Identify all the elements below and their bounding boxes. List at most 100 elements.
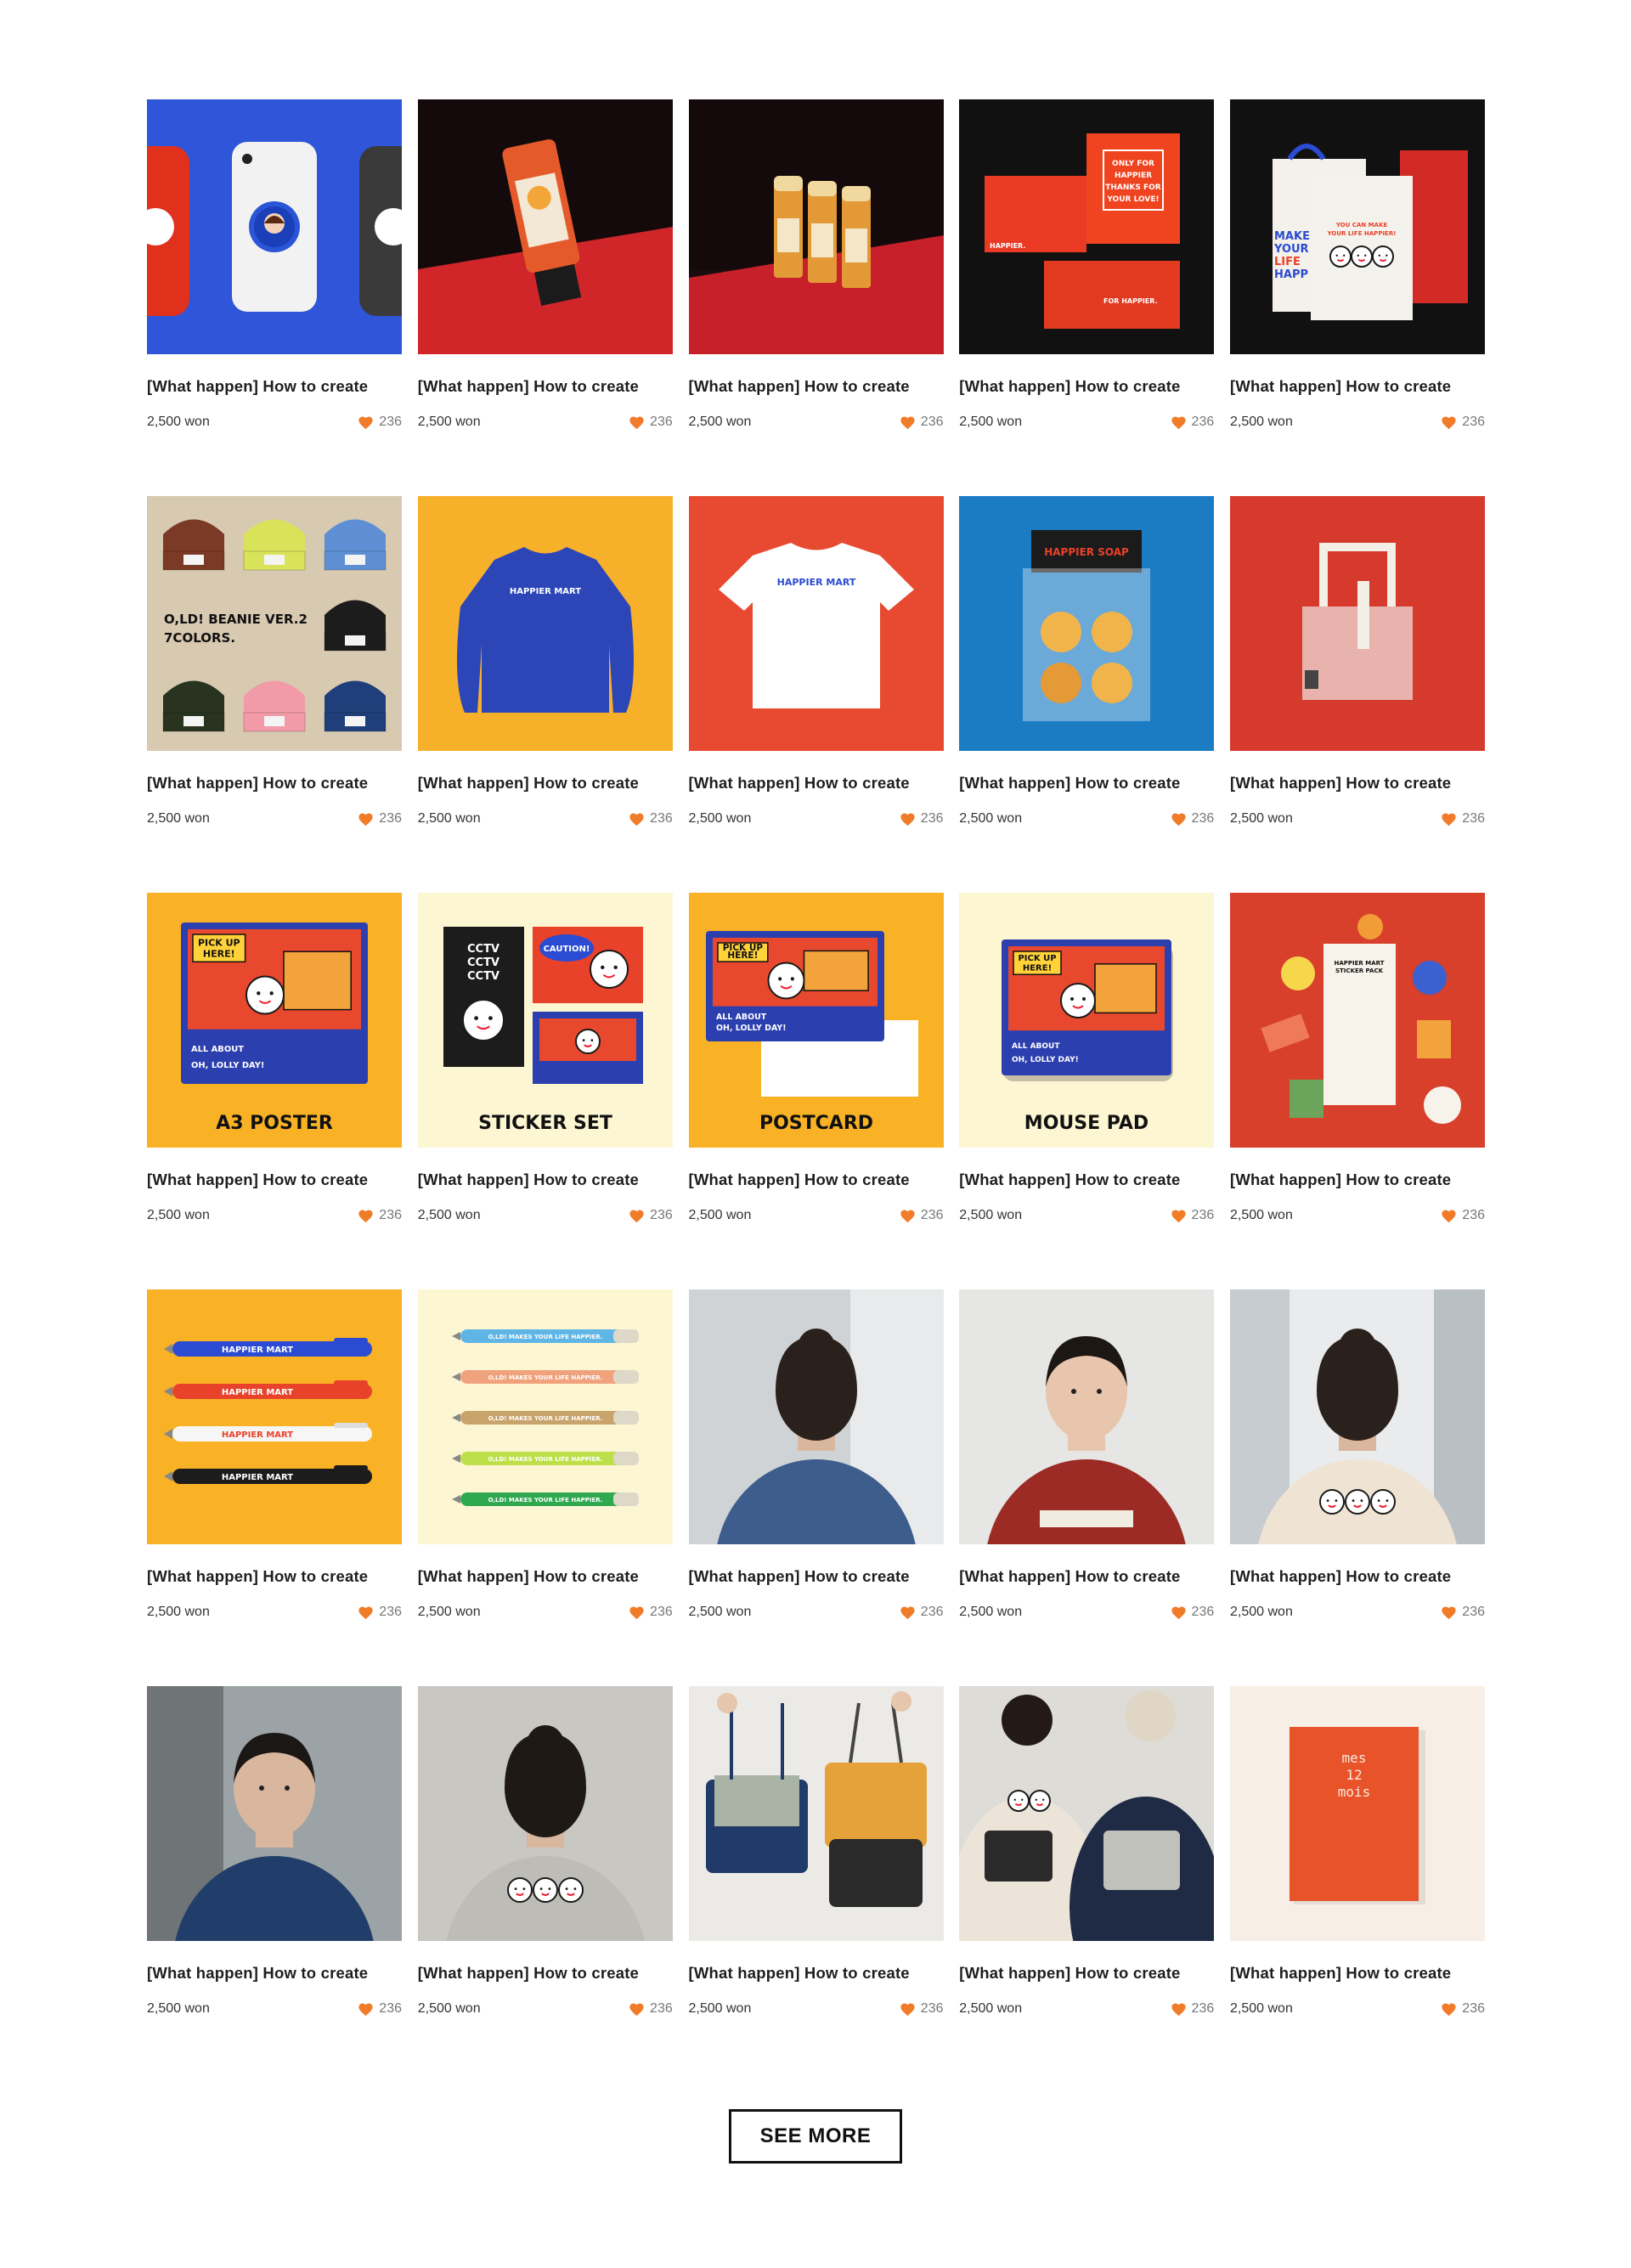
heart-icon[interactable] xyxy=(900,812,916,827)
heart-icon[interactable] xyxy=(900,1209,916,1223)
product-title[interactable]: [What happen] How to create xyxy=(147,1964,402,1983)
like-count[interactable]: 236 xyxy=(629,1208,673,1223)
like-count[interactable]: 236 xyxy=(1441,1208,1485,1223)
product-image[interactable] xyxy=(688,1289,944,1544)
like-count[interactable]: 236 xyxy=(629,2001,673,2017)
product-title[interactable]: [What happen] How to create xyxy=(418,1171,673,1189)
product-card[interactable]: mes 12 mois [What happen] How to create … xyxy=(1230,1686,1485,2083)
product-image[interactable]: HAPPIER MART xyxy=(417,496,673,751)
product-title[interactable]: [What happen] How to create xyxy=(1230,1964,1485,1983)
like-count[interactable]: 236 xyxy=(1441,415,1485,430)
product-title[interactable]: [What happen] How to create xyxy=(418,774,673,793)
like-count[interactable]: 236 xyxy=(358,2001,402,2017)
product-title[interactable]: [What happen] How to create xyxy=(959,1171,1214,1189)
product-image[interactable]: HAPPIER MART HAPPIER MART HAPPIER MART H… xyxy=(147,1289,402,1544)
like-count[interactable]: 236 xyxy=(900,811,944,827)
product-title[interactable]: [What happen] How to create xyxy=(1230,377,1485,396)
product-image[interactable]: O,LD! BEANIE VER.2 7COLORS. xyxy=(147,496,402,751)
product-card[interactable]: [What happen] How to create 2,500 won 23… xyxy=(688,1686,944,2083)
like-count[interactable]: 236 xyxy=(1171,2001,1214,2017)
heart-icon[interactable] xyxy=(629,1605,645,1620)
product-image[interactable]: MAKE YOUR LIFE HAPP YOU CAN MAKE YOUR LI… xyxy=(1230,99,1485,354)
heart-icon[interactable] xyxy=(1441,1209,1457,1223)
product-card[interactable]: HAPPIER MART [What happen] How to create… xyxy=(688,496,944,893)
like-count[interactable]: 236 xyxy=(1171,415,1214,430)
heart-icon[interactable] xyxy=(1171,1605,1187,1620)
product-title[interactable]: [What happen] How to create xyxy=(689,1567,944,1586)
product-title[interactable]: [What happen] How to create xyxy=(147,1567,402,1586)
product-image[interactable]: PICK UP HERE! ALL ABOUT OH, LOLLY DAY! MO… xyxy=(959,893,1215,1148)
product-image[interactable]: mes 12 mois xyxy=(1230,1686,1485,1941)
product-title[interactable]: [What happen] How to create xyxy=(959,1567,1214,1586)
product-card[interactable]: [What happen] How to create 2,500 won 23… xyxy=(959,1289,1215,1686)
product-title[interactable]: [What happen] How to create xyxy=(418,1567,673,1586)
heart-icon[interactable] xyxy=(629,812,645,827)
like-count[interactable]: 236 xyxy=(900,2001,944,2017)
product-image[interactable]: ONLY FOR HAPPIER THANKS FOR YOUR LOVE! H… xyxy=(959,99,1215,354)
product-image[interactable]: HAPPIER MART STICKER PACK xyxy=(1230,893,1485,1148)
product-title[interactable]: [What happen] How to create xyxy=(1230,1567,1485,1586)
product-card[interactable]: PICK UP HERE! ALL ABOUT OH, LOLLY DAY! PO… xyxy=(688,893,944,1289)
product-image[interactable] xyxy=(688,99,944,354)
like-count[interactable]: 236 xyxy=(900,1605,944,1620)
product-card[interactable]: O,LD! MAKES YOUR LIFE HAPPIER. O,LD! MAK… xyxy=(417,1289,673,1686)
like-count[interactable]: 236 xyxy=(358,415,402,430)
product-title[interactable]: [What happen] How to create xyxy=(418,377,673,396)
product-title[interactable]: [What happen] How to create xyxy=(147,774,402,793)
like-count[interactable]: 236 xyxy=(1171,1208,1214,1223)
heart-icon[interactable] xyxy=(358,415,374,430)
heart-icon[interactable] xyxy=(1171,2002,1187,2017)
heart-icon[interactable] xyxy=(900,2002,916,2017)
heart-icon[interactable] xyxy=(900,415,916,430)
product-card[interactable]: HAPPIER MART HAPPIER MART HAPPIER MART H… xyxy=(147,1289,402,1686)
product-card[interactable]: CCTV CCTV CCTV CAUTION! STICKER SET [Wha… xyxy=(417,893,673,1289)
product-image[interactable]: PICK UP HERE! ALL ABOUT OH, LOLLY DAY! A3… xyxy=(147,893,402,1148)
product-title[interactable]: [What happen] How to create xyxy=(689,377,944,396)
heart-icon[interactable] xyxy=(1171,812,1187,827)
product-card[interactable]: [What happen] How to create 2,500 won 23… xyxy=(1230,1289,1485,1686)
product-title[interactable]: [What happen] How to create xyxy=(959,1964,1214,1983)
product-card[interactable]: MAKE YOUR LIFE HAPP YOU CAN MAKE YOUR LI… xyxy=(1230,99,1485,496)
like-count[interactable]: 236 xyxy=(1441,1605,1485,1620)
product-title[interactable]: [What happen] How to create xyxy=(147,1171,402,1189)
like-count[interactable]: 236 xyxy=(900,1208,944,1223)
like-count[interactable]: 236 xyxy=(358,1605,402,1620)
product-image[interactable]: HAPPIER MART xyxy=(688,496,944,751)
product-card[interactable]: HAPPIER MART STICKER PACK [What happen] … xyxy=(1230,893,1485,1289)
product-title[interactable]: [What happen] How to create xyxy=(959,774,1214,793)
product-card[interactable]: [What happen] How to create 2,500 won 23… xyxy=(147,99,402,496)
product-image[interactable]: CCTV CCTV CCTV CAUTION! STICKER SET xyxy=(417,893,673,1148)
heart-icon[interactable] xyxy=(1171,1209,1187,1223)
heart-icon[interactable] xyxy=(1441,1605,1457,1620)
product-title[interactable]: [What happen] How to create xyxy=(689,1964,944,1983)
product-card[interactable]: PICK UP HERE! ALL ABOUT OH, LOLLY DAY! A3… xyxy=(147,893,402,1289)
product-card[interactable]: PICK UP HERE! ALL ABOUT OH, LOLLY DAY! MO… xyxy=(959,893,1215,1289)
like-count[interactable]: 236 xyxy=(629,811,673,827)
heart-icon[interactable] xyxy=(1441,415,1457,430)
heart-icon[interactable] xyxy=(900,1605,916,1620)
like-count[interactable]: 236 xyxy=(358,811,402,827)
like-count[interactable]: 236 xyxy=(1441,2001,1485,2017)
product-image[interactable]: HAPPIER SOAP xyxy=(959,496,1215,751)
product-image[interactable] xyxy=(1230,496,1485,751)
product-card[interactable]: [What happen] How to create 2,500 won 23… xyxy=(688,99,944,496)
product-image[interactable] xyxy=(147,1686,402,1941)
like-count[interactable]: 236 xyxy=(1171,1605,1214,1620)
like-count[interactable]: 236 xyxy=(900,415,944,430)
like-count[interactable]: 236 xyxy=(629,1605,673,1620)
like-count[interactable]: 236 xyxy=(1441,811,1485,827)
product-card[interactable]: [What happen] How to create 2,500 won 23… xyxy=(959,1686,1215,2083)
product-image[interactable] xyxy=(417,1686,673,1941)
product-card[interactable]: HAPPIER MART [What happen] How to create… xyxy=(417,496,673,893)
product-image[interactable] xyxy=(688,1686,944,1941)
product-card[interactable]: [What happen] How to create 2,500 won 23… xyxy=(147,1686,402,2083)
heart-icon[interactable] xyxy=(358,1209,374,1223)
heart-icon[interactable] xyxy=(1441,812,1457,827)
product-card[interactable]: [What happen] How to create 2,500 won 23… xyxy=(417,1686,673,2083)
see-more-button[interactable]: SEE MORE xyxy=(729,2109,902,2164)
product-card[interactable]: [What happen] How to create 2,500 won 23… xyxy=(417,99,673,496)
heart-icon[interactable] xyxy=(358,2002,374,2017)
product-image[interactable] xyxy=(417,99,673,354)
product-title[interactable]: [What happen] How to create xyxy=(689,774,944,793)
heart-icon[interactable] xyxy=(629,415,645,430)
